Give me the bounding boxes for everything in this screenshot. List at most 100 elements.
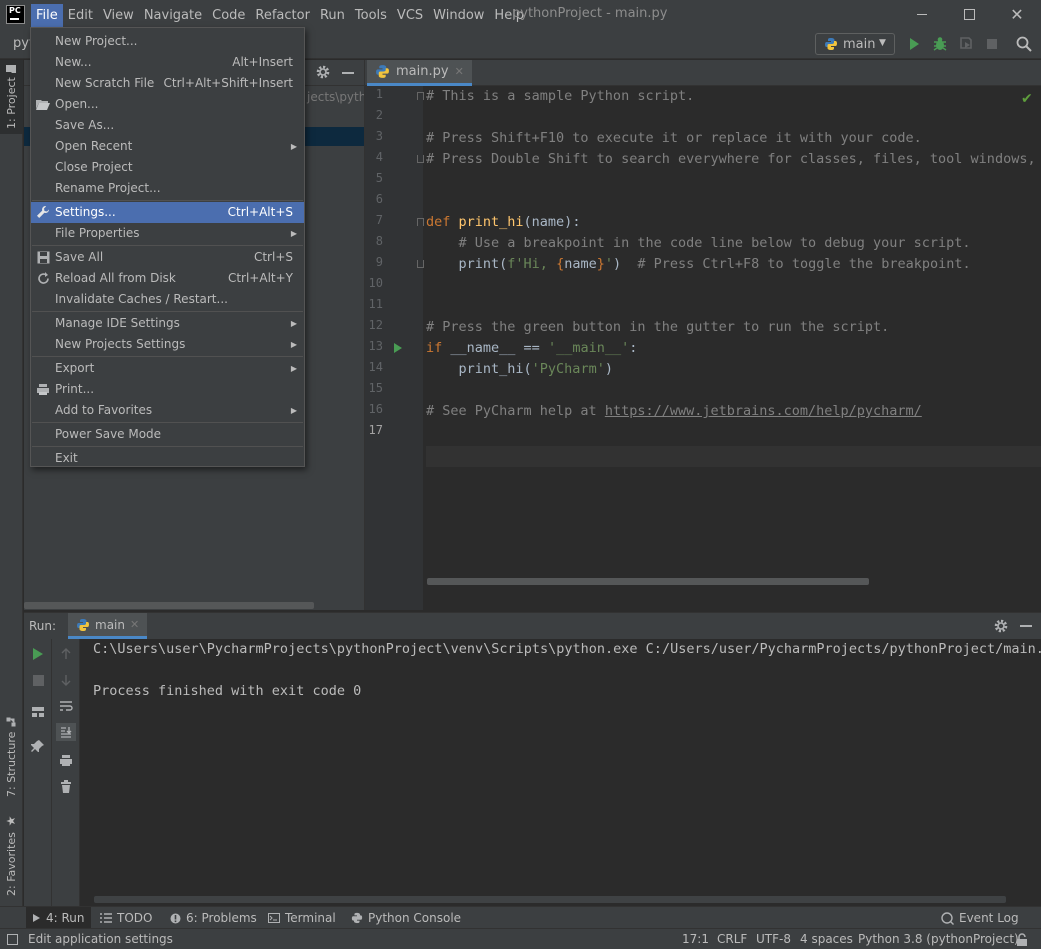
menu-item-power-save-mode[interactable]: Power Save Mode — [31, 424, 304, 445]
line-number: 3 — [375, 129, 383, 143]
menu-item-open-recent[interactable]: Open Recent ▶ — [31, 136, 304, 157]
project-tree-path[interactable]: jects\pyth — [307, 90, 366, 104]
menu-navigate[interactable]: Navigate — [139, 4, 207, 27]
menu-item-save-as[interactable]: Save As... — [31, 115, 304, 136]
toggle-tool-windows-icon[interactable] — [7, 934, 18, 945]
menu-view[interactable]: View — [98, 4, 139, 27]
menu-item-exit[interactable]: Exit — [31, 448, 304, 469]
hide-panel-icon[interactable] — [1020, 625, 1032, 627]
fold-marker-icon[interactable] — [417, 260, 424, 268]
close-window-button[interactable]: ✕ — [994, 0, 1040, 30]
lock-icon[interactable] — [1016, 933, 1028, 946]
run-tab-main[interactable]: main ✕ — [68, 613, 148, 639]
soft-wrap-icon[interactable] — [57, 697, 75, 715]
menu-item-file-properties[interactable]: File Properties ▶ — [31, 223, 304, 244]
run-console-output[interactable]: C:\Users\user\PycharmProjects\pythonProj… — [93, 639, 1041, 899]
menu-item-add-to-favorites[interactable]: Add to Favorites ▶ — [31, 400, 304, 421]
fold-marker-icon[interactable] — [417, 218, 424, 226]
menu-item-new-projects-settings[interactable]: New Projects Settings ▶ — [31, 334, 304, 355]
status-line-separator[interactable]: CRLF — [717, 932, 747, 946]
menu-item-reload-all[interactable]: Reload All from Disk Ctrl+Alt+Y — [31, 268, 304, 289]
maximize-button[interactable] — [946, 0, 992, 30]
line-number: 10 — [368, 276, 383, 290]
hide-panel-icon[interactable] — [342, 72, 354, 74]
status-caret-position[interactable]: 17:1 — [682, 932, 709, 946]
menu-edit[interactable]: Edit — [63, 4, 98, 27]
menu-window[interactable]: Window — [428, 4, 489, 27]
minimize-button[interactable] — [900, 0, 946, 30]
trash-icon[interactable] — [57, 777, 75, 795]
code-line-12: # Press the green button in the gutter t… — [426, 319, 890, 335]
menu-separator — [32, 200, 303, 201]
run-gutter-icon[interactable] — [393, 342, 403, 354]
menu-file[interactable]: File — [31, 4, 63, 27]
close-tab-icon[interactable]: ✕ — [455, 65, 464, 78]
gear-icon[interactable] — [315, 64, 331, 80]
submenu-arrow-icon: ▶ — [290, 319, 297, 328]
editor-tab-main-py[interactable]: main.py ✕ — [367, 60, 472, 86]
menu-vcs[interactable]: VCS — [392, 4, 428, 27]
restore-layout-icon[interactable] — [29, 703, 47, 721]
menu-code[interactable]: Code — [207, 4, 250, 27]
debug-bug-icon[interactable] — [931, 35, 949, 53]
pin-icon[interactable] — [29, 737, 47, 755]
close-tab-icon[interactable]: ✕ — [130, 618, 139, 631]
menu-item-new[interactable]: New... Alt+Insert — [31, 52, 304, 73]
line-number: 6 — [375, 192, 383, 206]
print-icon[interactable] — [57, 751, 75, 769]
menu-item-manage-ide-settings[interactable]: Manage IDE Settings ▶ — [31, 313, 304, 334]
help-link[interactable]: https://www.jetbrains.com/help/pycharm/ — [605, 403, 922, 419]
tool-tab-run[interactable]: 4: Run — [26, 907, 91, 929]
search-icon[interactable] — [1015, 35, 1033, 53]
code-editor[interactable]: # This is a sample Python script. # Pres… — [426, 86, 1041, 610]
line-number: 14 — [368, 360, 383, 374]
stop-icon[interactable] — [983, 35, 1001, 53]
status-message: Edit application settings — [28, 932, 173, 946]
status-indent[interactable]: 4 spaces — [800, 932, 853, 946]
menu-item-export[interactable]: Export ▶ — [31, 358, 304, 379]
run-with-coverage-icon[interactable] — [957, 35, 975, 53]
menu-refactor[interactable]: Refactor — [250, 4, 315, 27]
run-configuration-select[interactable]: main ▼ — [815, 33, 895, 55]
status-encoding[interactable]: UTF-8 — [756, 932, 791, 946]
scroll-up-icon[interactable] — [57, 645, 75, 663]
project-horizontal-scrollbar[interactable] — [24, 602, 314, 609]
console-horizontal-scrollbar[interactable] — [94, 896, 1006, 903]
file-menu-dropdown: New Project... New... Alt+Insert New Scra… — [30, 27, 305, 467]
menu-item-invalidate-caches[interactable]: Invalidate Caches / Restart... — [31, 289, 304, 310]
editor-horizontal-scrollbar[interactable] — [427, 578, 869, 585]
run-play-icon[interactable] — [905, 35, 923, 53]
tool-tab-todo[interactable]: TODO — [94, 907, 158, 929]
menu-run[interactable]: Run — [315, 4, 350, 27]
tool-tab-project[interactable]: 1: Project — [0, 60, 23, 134]
menu-item-close-project[interactable]: Close Project — [31, 157, 304, 178]
refresh-icon — [36, 271, 50, 285]
menu-item-save-all[interactable]: Save All Ctrl+S — [31, 247, 304, 268]
tool-tab-structure[interactable]: 7: Structure — [0, 716, 23, 798]
star-icon: ★ — [4, 814, 19, 829]
scroll-down-icon[interactable] — [57, 671, 75, 689]
menu-item-new-scratch-file[interactable]: New Scratch File Ctrl+Alt+Shift+Insert — [31, 73, 304, 94]
fold-marker-icon[interactable] — [417, 155, 424, 163]
tool-tab-favorites[interactable]: 2: Favorites ★ — [0, 812, 23, 898]
menu-item-rename-project[interactable]: Rename Project... — [31, 178, 304, 199]
menu-item-print[interactable]: Print... — [31, 379, 304, 400]
menu-item-open[interactable]: Open... — [31, 94, 304, 115]
gear-icon[interactable] — [993, 618, 1009, 634]
menu-item-new-project[interactable]: New Project... — [31, 31, 304, 52]
scroll-to-end-icon[interactable] — [56, 723, 76, 741]
fold-marker-icon[interactable] — [417, 92, 424, 100]
stop-icon[interactable] — [29, 671, 47, 689]
editor-gutter[interactable]: 1 2 3 4 5 6 7 8 9 10 11 12 13 14 15 16 1… — [365, 86, 424, 610]
tool-tab-python-console[interactable]: Python Console — [345, 907, 467, 929]
tool-tab-terminal[interactable]: Terminal — [262, 907, 342, 929]
tool-tab-todo-label: TODO — [117, 911, 153, 925]
tool-tab-event-log[interactable]: Event Log — [935, 907, 1025, 929]
status-interpreter[interactable]: Python 3.8 (pythonProject) — [858, 932, 1019, 946]
checkmark-icon[interactable]: ✔ — [1021, 91, 1033, 107]
bottom-tool-window-bar: 4: Run TODO 6: Problems Terminal Python … — [0, 906, 1041, 929]
tool-tab-problems[interactable]: 6: Problems — [164, 907, 263, 929]
rerun-icon[interactable] — [29, 645, 47, 663]
menu-tools[interactable]: Tools — [350, 4, 392, 27]
menu-item-settings[interactable]: Settings... Ctrl+Alt+S — [31, 202, 304, 223]
